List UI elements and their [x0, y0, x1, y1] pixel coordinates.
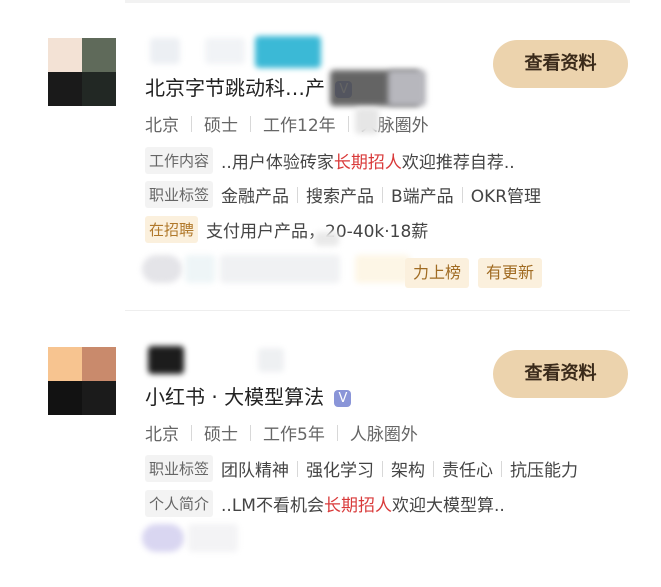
blurred-region [185, 255, 215, 283]
blurred-region [148, 346, 184, 374]
career-tag: 架构 [391, 461, 426, 481]
career-tag: B端产品 [391, 187, 454, 207]
career-tag: 金融产品 [221, 187, 290, 207]
work-content-row: 工作内容 ..用户体验砖家 长期招人 欢迎推荐自荐.. [145, 147, 515, 174]
hiring-row: 在招聘 支付用户产品，20-40k·18薪 [145, 216, 428, 243]
blurred-region [355, 108, 379, 134]
name-text: 小红书 · 大模型算法 [145, 385, 325, 409]
profile-name[interactable]: 北京字节跳动科…产 V [145, 72, 353, 101]
blurred-region [142, 255, 182, 283]
work-content-highlight: 长期招人 [333, 153, 402, 173]
city: 北京 [145, 116, 179, 136]
hiring-label: 在招聘 [145, 216, 199, 243]
profile-card[interactable]: 小红书 · 大模型算法 V 查看资料 北京 硕士 工作5年 人脉圈外 职业标签 … [0, 310, 661, 587]
intro-text-end: 欢迎大模型算.. [391, 496, 505, 516]
profile-name[interactable]: 小红书 · 大模型算法 V [145, 381, 352, 410]
view-profile-button[interactable]: 查看资料 [493, 350, 628, 398]
career-tag: 责任心 [442, 461, 494, 481]
blurred-region [388, 70, 426, 106]
career-tag: 团队精神 [221, 461, 290, 481]
blurred-region [188, 524, 238, 552]
experience: 工作12年 [263, 116, 336, 136]
career-tags-row: 职业标签 金融产品 搜索产品 B端产品 OKR管理 [145, 181, 541, 208]
blurred-region [255, 36, 321, 68]
experience: 工作5年 [263, 425, 325, 445]
intro-highlight: 长期招人 [323, 496, 392, 516]
profile-meta: 北京 硕士 工作12年 人脉圈外 [145, 111, 429, 136]
degree: 硕士 [204, 425, 238, 445]
blurred-region [220, 255, 340, 283]
avatar[interactable] [48, 347, 116, 415]
city: 北京 [145, 425, 179, 445]
view-profile-button[interactable]: 查看资料 [493, 40, 628, 88]
career-tags-label: 职业标签 [145, 455, 214, 482]
career-tag: 强化学习 [306, 461, 375, 481]
work-content-text: ..用户体验砖家 [221, 153, 334, 173]
career-tag: OKR管理 [470, 187, 542, 207]
blurred-region [315, 232, 339, 246]
career-tag: 抗压能力 [510, 461, 579, 481]
work-content-label: 工作内容 [145, 147, 214, 174]
career-tag: 搜索产品 [306, 187, 375, 207]
chip-ranking[interactable]: 力上榜 [405, 258, 470, 288]
intro-label: 个人简介 [145, 490, 214, 517]
blurred-region [142, 524, 184, 552]
blurred-region [355, 255, 410, 283]
career-tags-row: 职业标签 团队精神 强化学习 架构 责任心 抗压能力 [145, 455, 578, 482]
avatar[interactable] [48, 38, 116, 106]
degree: 硕士 [204, 116, 238, 136]
blurred-region [150, 38, 180, 64]
blurred-region [205, 38, 245, 64]
chip-updated[interactable]: 有更新 [478, 258, 543, 288]
career-tags-label: 职业标签 [145, 181, 214, 208]
network-circle: 人脉圈外 [349, 425, 418, 445]
profile-card[interactable]: 北京字节跳动科…产 V 查看资料 北京 硕士 工作12年 人脉圈外 工作内容 .… [0, 0, 661, 310]
intro-text: ..LM不看机会 [221, 496, 324, 516]
work-content-text-end: 欢迎推荐自荐.. [401, 153, 515, 173]
profile-meta: 北京 硕士 工作5年 人脉圈外 [145, 420, 418, 445]
intro-row: 个人简介 ..LM不看机会 长期招人 欢迎大模型算.. [145, 490, 505, 517]
blurred-region [258, 348, 284, 372]
name-text: 北京字节跳动科…产 [145, 76, 325, 100]
verified-icon: V [334, 390, 352, 407]
